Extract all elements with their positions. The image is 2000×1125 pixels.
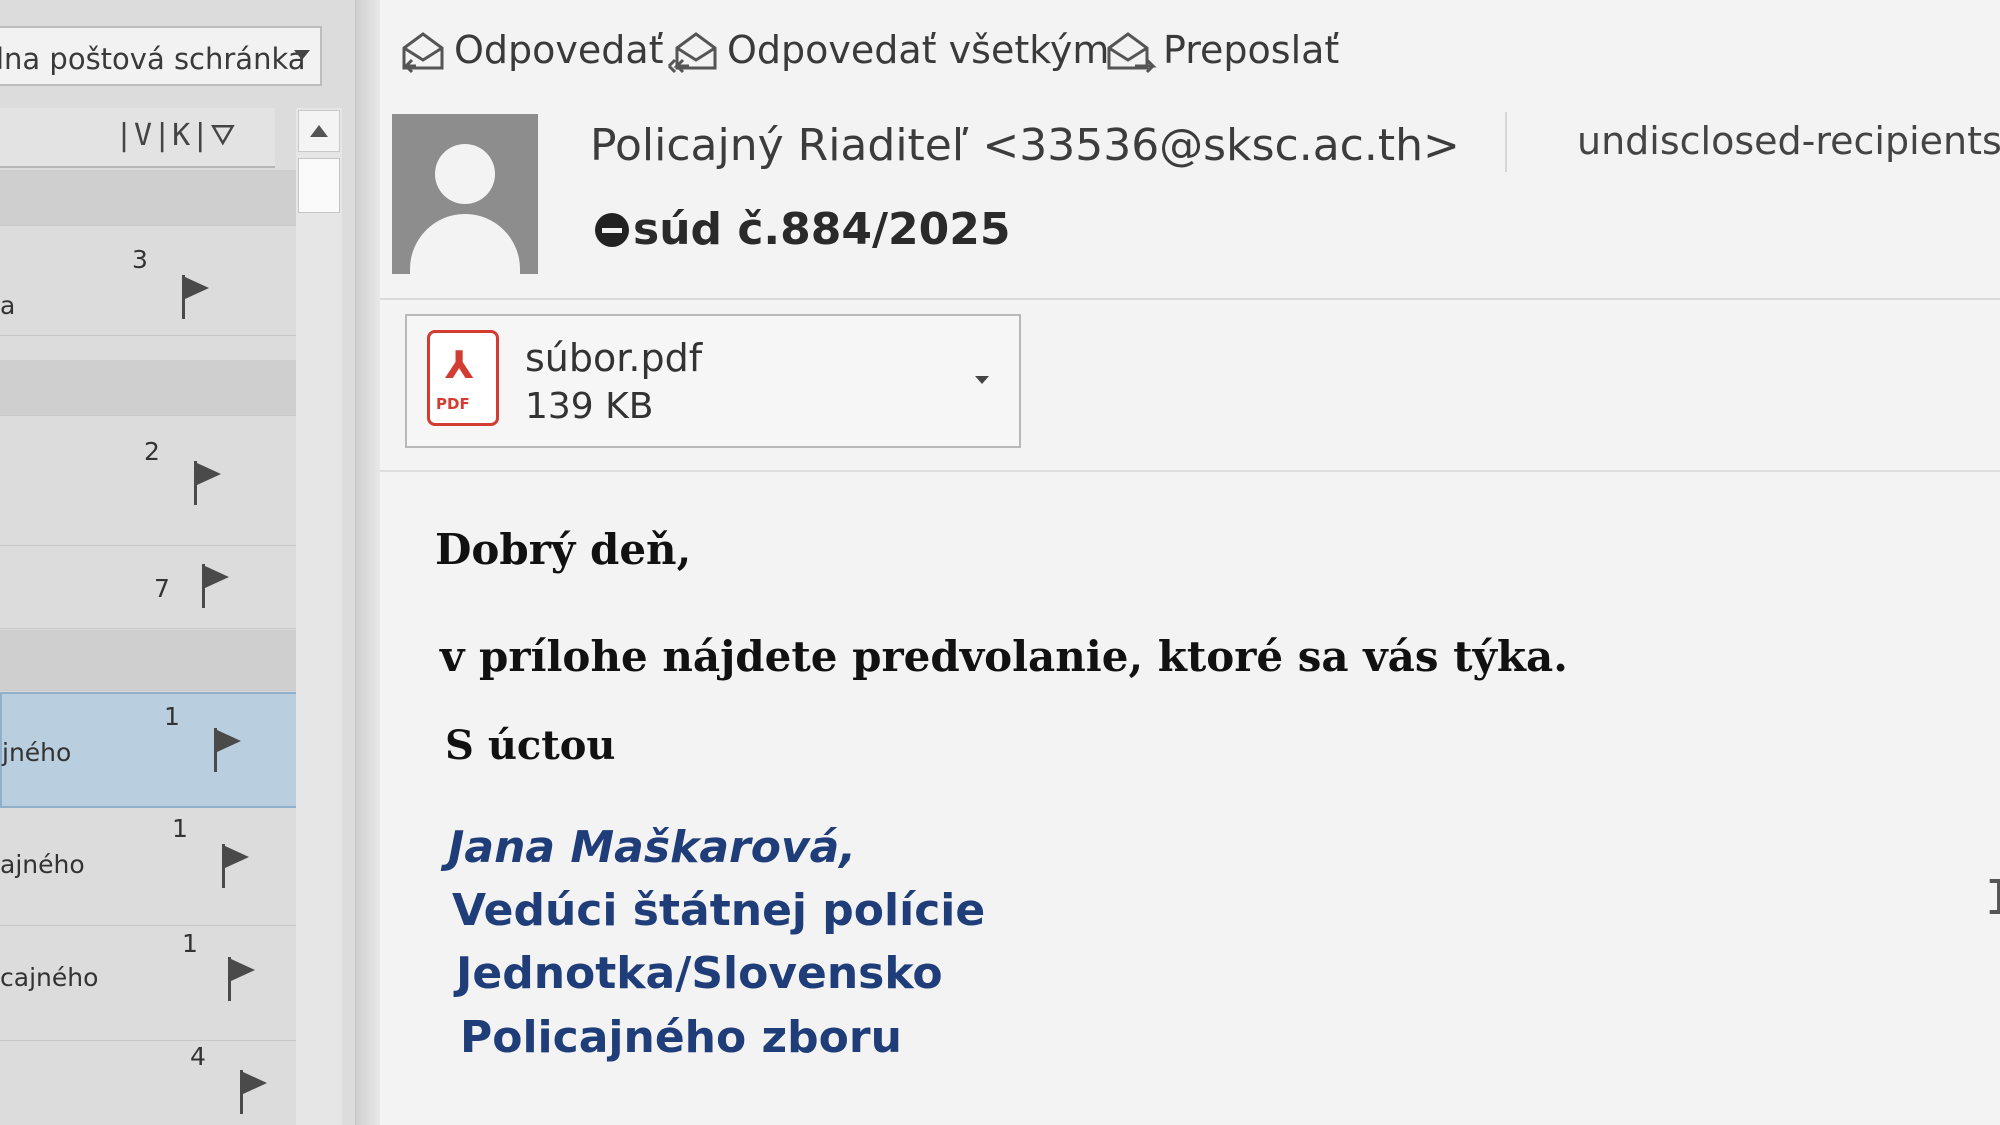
- text-cursor-icon: I: [1985, 870, 2000, 926]
- list-item-sender: ajného: [0, 850, 85, 879]
- reply-label: Odpovedať: [454, 28, 664, 72]
- subject-line: súd č.884/2025: [595, 204, 1011, 255]
- reply-all-label: Odpovedať všetkým: [727, 28, 1110, 72]
- attachment-card[interactable]: ⅄ PDF súbor.pdf 139 KB: [405, 314, 1021, 448]
- pdf-icon-label: PDF: [436, 395, 470, 413]
- list-item[interactable]: 3 a: [0, 225, 300, 336]
- flag-icon[interactable]: [202, 564, 236, 608]
- reply-all-button[interactable]: Odpovedať všetkým: [665, 24, 1109, 76]
- list-scrollbar[interactable]: [296, 108, 342, 1125]
- flag-icon[interactable]: [194, 461, 228, 505]
- reply-button[interactable]: Odpovedať: [398, 24, 664, 76]
- reply-all-icon: [667, 32, 717, 74]
- sender-address[interactable]: Policajný Riaditeľ <33536@sksc.ac.th>: [590, 120, 1460, 171]
- header-divider: [380, 298, 2000, 300]
- forward-icon: [1107, 32, 1157, 74]
- attachment-size: 139 KB: [525, 386, 654, 427]
- greeting: Dobrý deň,: [435, 525, 692, 574]
- message-header: Policajný Riaditeľ <33536@sksc.ac.th> un…: [380, 110, 2000, 290]
- signature-unit: Jednotka/Slovensko: [456, 948, 943, 999]
- column-header-icons[interactable]: |V|K|⛛: [115, 118, 237, 153]
- pane-divider[interactable]: [356, 0, 380, 1125]
- mailbox-dropdown-label: lna poštová schránka: [0, 42, 306, 76]
- forward-label: Preposlať: [1163, 28, 1340, 72]
- flag-icon[interactable]: [214, 728, 248, 772]
- scrollbar-thumb[interactable]: [298, 158, 340, 213]
- attachment-name: súbor.pdf: [525, 336, 703, 380]
- flag-icon[interactable]: [240, 1070, 274, 1114]
- avatar-head: [435, 144, 495, 204]
- list-item-count: 1: [164, 702, 180, 731]
- list-item-sender: a: [0, 291, 16, 320]
- body-line: v prílohe nájdete predvolanie, ktoré sa …: [440, 632, 1568, 681]
- list-group-header: [0, 360, 300, 416]
- mail-list-pane: lna poštová schránka |V|K|⛛ 3 a 2 7 1 jn…: [0, 0, 356, 1125]
- list-item-sender: jného: [2, 738, 72, 767]
- list-item[interactable]: 1 cajného: [0, 927, 300, 1041]
- reply-icon: [402, 32, 444, 74]
- list-item-count: 3: [132, 245, 148, 274]
- list-item-count: 1: [182, 929, 198, 958]
- signature-title: Vedúci štátnej polície: [452, 885, 986, 936]
- signature-org: Policajného zboru: [460, 1012, 902, 1063]
- minus-circle-icon: [595, 212, 629, 247]
- list-item[interactable]: 1 ajného: [0, 810, 300, 926]
- flag-icon[interactable]: [182, 275, 216, 319]
- list-group-header: [0, 630, 300, 691]
- list-item[interactable]: 4: [0, 1042, 300, 1125]
- acrobat-symbol-icon: ⅄: [445, 343, 474, 387]
- closing: S úctou: [445, 722, 616, 769]
- list-item-count: 4: [190, 1042, 206, 1071]
- list-group-header: [0, 170, 300, 226]
- chevron-down-icon[interactable]: [294, 50, 310, 60]
- list-item-count: 2: [144, 437, 160, 466]
- subject-text: súd č.884/2025: [633, 204, 1011, 255]
- list-item-selected[interactable]: 1 jného: [0, 692, 312, 808]
- signature-name: Jana Maškarová,: [448, 822, 857, 873]
- body-divider: [380, 470, 2000, 472]
- reading-pane: Odpovedať Odpovedať všetkým Preposlať Po…: [380, 0, 2000, 1125]
- flag-icon[interactable]: [222, 844, 256, 888]
- list-item-sender: cajného: [0, 963, 99, 992]
- forward-button[interactable]: Preposlať: [1105, 24, 1339, 76]
- avatar-body: [410, 214, 520, 274]
- message-toolbar: Odpovedať Odpovedať všetkým Preposlať: [380, 10, 2000, 90]
- list-item-count: 1: [172, 814, 188, 843]
- list-item[interactable]: 7: [0, 548, 300, 629]
- list-item[interactable]: 2: [0, 425, 300, 546]
- flag-icon[interactable]: [228, 957, 262, 1001]
- pdf-icon: ⅄ PDF: [427, 330, 499, 426]
- scroll-up-arrow-icon[interactable]: [298, 110, 340, 152]
- list-item-count: 7: [154, 574, 170, 603]
- recipients[interactable]: undisclosed-recipients: [1505, 112, 2000, 172]
- list-column-header[interactable]: |V|K|⛛: [0, 108, 275, 168]
- avatar[interactable]: [392, 114, 538, 274]
- mailbox-dropdown[interactable]: lna poštová schránka: [0, 26, 322, 86]
- chevron-down-icon[interactable]: [975, 376, 989, 384]
